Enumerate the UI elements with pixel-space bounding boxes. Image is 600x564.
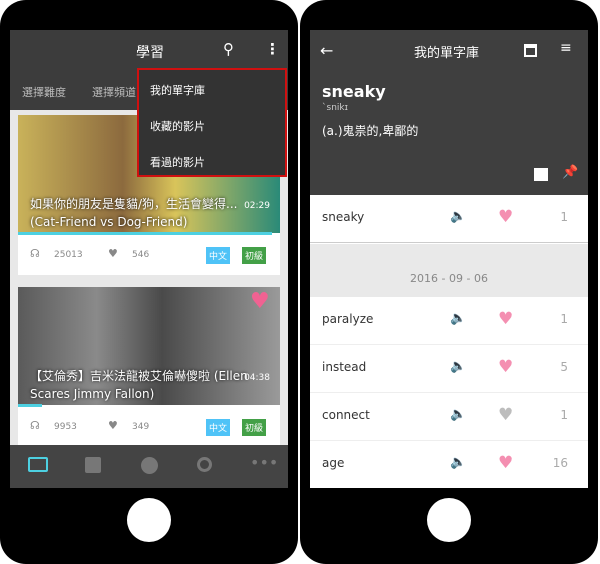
video-stats: ☊ 9953 ♥ 349 中文 初級 xyxy=(18,407,280,447)
explore-icon[interactable] xyxy=(197,457,212,472)
heart-icon[interactable]: ♥ xyxy=(498,357,513,377)
word-count: 1 xyxy=(560,312,568,326)
word-text: instead xyxy=(322,360,367,374)
date-section: 2016 - 09 - 06 xyxy=(310,244,588,297)
word-definition: (a.)鬼祟的,卑鄙的 xyxy=(322,124,419,138)
video-card[interactable]: ♥ 【艾倫秀】吉米法龍被艾倫嚇傻啦 (Ellen Scares Jimmy Fa… xyxy=(18,287,280,445)
heart-icon[interactable]: ♥ xyxy=(498,207,513,227)
word-text: age xyxy=(322,456,345,470)
speaker-icon[interactable]: 🔈 xyxy=(450,407,466,422)
speaker-icon[interactable]: 🔈 xyxy=(450,311,466,326)
word-text: sneaky xyxy=(322,210,365,224)
word-header: ← 我的單字庫 ≡ sneaky `snikɪ (a.)鬼祟的,卑鄙的 📌 xyxy=(310,30,588,195)
page-title: 學習 xyxy=(136,45,164,61)
more-horiz-icon[interactable]: ••• xyxy=(250,453,278,472)
like-count: 546 xyxy=(132,250,150,260)
menu-item-watched-videos[interactable]: 看過的影片 xyxy=(150,154,205,170)
tab-channel[interactable]: 選擇頻道 xyxy=(92,84,136,100)
heart-icon[interactable]: ♥ xyxy=(498,309,513,329)
left-phone: 學習 ⚲ ⋮ 選擇難度 選擇頻道 如果你的朋友是隻貓/狗，生活會變得... (C… xyxy=(0,0,298,564)
pin-icon[interactable]: 📌 xyxy=(562,165,578,180)
heart-icon: ♥ xyxy=(108,247,118,260)
video-stats: ☊ 25013 ♥ 546 中文 初級 xyxy=(18,235,280,275)
word-count: 16 xyxy=(552,456,568,470)
calendar-icon[interactable] xyxy=(524,44,537,57)
favorite-heart-icon[interactable]: ♥ xyxy=(250,289,270,314)
level-badge: 初級 xyxy=(242,419,267,436)
learn-screen: 學習 ⚲ ⋮ 選擇難度 選擇頻道 如果你的朋友是隻貓/狗，生活會變得... (C… xyxy=(10,30,288,488)
date-header: 2016 - 09 - 06 xyxy=(410,272,488,285)
home-button[interactable] xyxy=(127,498,171,542)
overflow-menu: 我的單字庫 收藏的影片 看過的影片 xyxy=(137,68,287,177)
level-badge: 初級 xyxy=(242,247,267,264)
word-count: 1 xyxy=(560,408,568,422)
menu-item-word-bank[interactable]: 我的單字庫 xyxy=(150,82,205,98)
video-title: 如果你的朋友是隻貓/狗，生活會變得... (Cat-Friend vs Dog-… xyxy=(30,197,238,229)
back-arrow-icon[interactable]: ← xyxy=(320,41,333,60)
word-title: sneaky xyxy=(322,82,386,101)
headphones-icon: ☊ xyxy=(30,247,40,260)
video-duration: 04:38 xyxy=(244,373,270,383)
word-bank-screen: ← 我的單字庫 ≡ sneaky `snikɪ (a.)鬼祟的,卑鄙的 📌 sn… xyxy=(310,30,588,488)
page-title: 我的單字庫 xyxy=(414,46,480,61)
filter-icon[interactable]: ≡ xyxy=(560,40,572,56)
article-icon[interactable] xyxy=(85,457,101,473)
word-row[interactable]: connect 🔈 ♥ 1 xyxy=(310,393,588,441)
listen-count: 9953 xyxy=(54,422,77,432)
heart-icon[interactable]: ♥ xyxy=(498,405,513,425)
word-row[interactable]: paralyze 🔈 ♥ 1 xyxy=(310,297,588,345)
video-title: 【艾倫秀】吉米法龍被艾倫嚇傻啦 (Ellen Scares Jimmy Fall… xyxy=(30,369,248,401)
video-duration: 02:29 xyxy=(244,201,270,211)
right-phone: ← 我的單字庫 ≡ sneaky `snikɪ (a.)鬼祟的,卑鄙的 📌 sn… xyxy=(300,0,598,564)
speaker-icon[interactable]: 🔈 xyxy=(450,359,466,374)
headphones-icon: ☊ xyxy=(30,419,40,432)
video-library-icon[interactable] xyxy=(534,168,548,181)
like-count: 349 xyxy=(132,422,150,432)
listen-count: 25013 xyxy=(54,250,83,260)
word-row[interactable]: instead 🔈 ♥ 5 xyxy=(310,345,588,393)
speaker-icon[interactable]: 🔈 xyxy=(450,209,466,224)
tv-icon[interactable] xyxy=(28,457,48,472)
bottom-nav: ••• xyxy=(10,445,288,488)
menu-item-favorite-videos[interactable]: 收藏的影片 xyxy=(150,118,205,134)
language-badge: 中文 xyxy=(206,247,231,264)
word-row[interactable]: sneaky 🔈 ♥ 1 xyxy=(310,195,588,243)
word-row[interactable]: age 🔈 ♥ 16 xyxy=(310,441,588,488)
account-icon[interactable] xyxy=(141,457,158,474)
word-text: connect xyxy=(322,408,370,422)
heart-icon[interactable]: ♥ xyxy=(498,453,513,473)
word-count: 1 xyxy=(560,210,568,224)
home-button[interactable] xyxy=(427,498,471,542)
word-text: paralyze xyxy=(322,312,374,326)
more-vert-icon[interactable]: ⋮ xyxy=(265,40,280,58)
tab-difficulty[interactable]: 選擇難度 xyxy=(22,84,66,100)
speaker-icon[interactable]: 🔈 xyxy=(450,455,466,470)
word-phonetic: `snikɪ xyxy=(322,103,348,113)
search-icon[interactable]: ⚲ xyxy=(223,40,234,58)
word-count: 5 xyxy=(560,360,568,374)
heart-icon: ♥ xyxy=(108,419,118,432)
language-badge: 中文 xyxy=(206,419,231,436)
